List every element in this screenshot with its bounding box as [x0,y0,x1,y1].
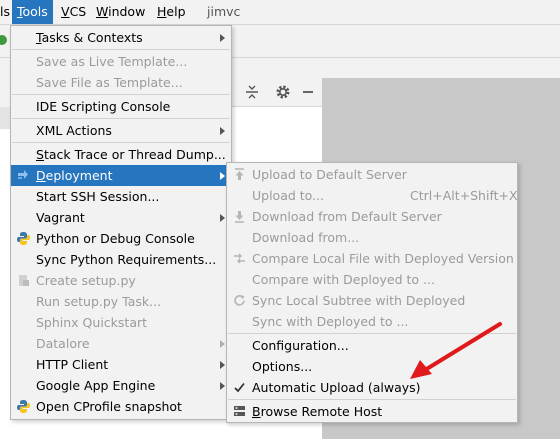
menu-item-sync-python-requirements[interactable]: Sync Python Requirements... [11,249,231,270]
compare-icon [234,253,245,264]
setup-file-icon [19,275,29,286]
tool-window-header [230,78,322,107]
menu-item-sphinx-quickstart[interactable]: Sphinx Quickstart [11,312,231,333]
menu-item-google-app-engine[interactable]: Google App Engine [11,375,231,396]
shortcut-label: Ctrl+Alt+Shift+X [410,188,518,203]
main-menubar: ls Tools VCS Window Help jimvc [0,0,560,25]
deployment-submenu: Upload to Default Server Upload to... Ct… [226,162,518,423]
menu-item-save-file-template[interactable]: Save File as Template... [11,72,231,93]
project-name: jimvc [207,4,241,19]
menu-item-sync-deployed-to[interactable]: Sync with Deployed to ... [227,311,517,332]
python-icon [17,232,30,245]
minimize-icon[interactable] [300,84,316,100]
submenu-arrow-icon [220,34,225,42]
submenu-arrow-icon [220,382,225,390]
menu-item-vagrant[interactable]: Vagrant [11,207,231,228]
remote-host-icon [234,406,245,416]
submenu-arrow-icon [220,214,225,222]
menu-item-sync-local-subtree[interactable]: Sync Local Subtree with Deployed [227,290,517,311]
menu-item-ide-scripting-console[interactable]: IDE Scripting Console [11,96,231,117]
run-icon[interactable] [0,34,10,46]
menu-item-compare-local-file[interactable]: Compare Local File with Deployed Version [227,248,517,269]
submenu-arrow-icon [220,361,225,369]
menu-item-compare-deployed-to[interactable]: Compare with Deployed to ... [227,269,517,290]
deployment-icon [18,170,28,179]
menubar-item-help[interactable]: Help [152,0,191,24]
menu-item-stack-trace[interactable]: Stack Trace or Thread Dump... [11,144,231,165]
sync-icon [234,295,245,306]
menu-item-upload-to[interactable]: Upload to... Ctrl+Alt+Shift+X [227,185,518,206]
upload-arrow-icon [235,168,244,180]
menu-item-configuration[interactable]: Configuration... [227,335,517,356]
menu-item-download-default-server[interactable]: Download from Default Server [227,206,517,227]
menu-item-tasks-contexts[interactable]: Tasks & Contexts [11,27,231,48]
menu-item-open-cprofile-snapshot[interactable]: Open CProfile snapshot [11,396,231,417]
tools-menu: Tasks & Contexts Save as Live Template..… [10,25,232,420]
menu-item-python-debug-console[interactable]: Python or Debug Console [11,228,231,249]
gear-icon[interactable] [275,84,291,100]
python-icon [17,400,30,413]
menu-item-run-setup-py-task[interactable]: Run setup.py Task... [11,291,231,312]
menu-item-xml-actions[interactable]: XML Actions [11,120,231,141]
checkmark-icon [234,382,245,393]
menu-item-save-live-template[interactable]: Save as Live Template... [11,51,231,72]
menu-item-upload-default-server[interactable]: Upload to Default Server [227,164,517,185]
menu-item-automatic-upload[interactable]: Automatic Upload (always) [227,377,517,398]
menu-item-options[interactable]: Options... [227,356,517,377]
menu-item-datalore[interactable]: Datalore [11,333,231,354]
menu-item-create-setup-py[interactable]: Create setup.py [11,270,231,291]
menu-item-start-ssh-session[interactable]: Start SSH Session... [11,186,231,207]
submenu-arrow-icon [220,340,225,348]
menu-item-browse-remote-host[interactable]: Browse Remote Host [227,401,517,422]
collapse-all-icon[interactable] [244,84,260,100]
menu-item-http-client[interactable]: HTTP Client [11,354,231,375]
menubar-item-window[interactable]: Window [91,0,150,24]
menubar-item-vcs[interactable]: VCS [56,0,91,24]
menu-item-deployment[interactable]: Deployment [11,165,231,186]
submenu-arrow-icon [220,127,225,135]
submenu-arrow-icon [220,172,225,180]
download-arrow-icon [235,211,244,223]
menu-item-download-from[interactable]: Download from... [227,227,517,248]
menubar-item-tools[interactable]: Tools [12,0,53,24]
